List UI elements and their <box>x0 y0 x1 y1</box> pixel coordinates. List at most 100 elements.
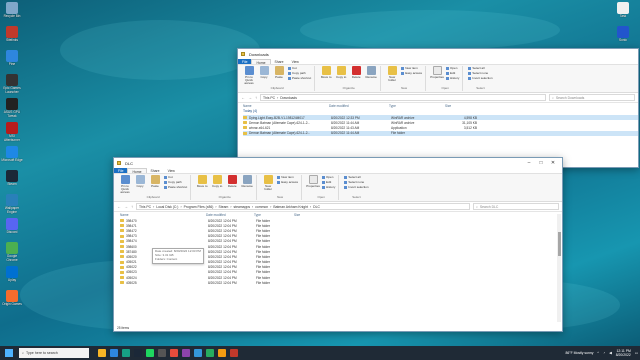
new-folder-button[interactable]: New folder <box>262 175 274 191</box>
taskbar-app-icon[interactable] <box>134 349 142 357</box>
desktop-icon[interactable]: Discord <box>1 218 23 235</box>
taskbar-app-icon[interactable] <box>194 349 202 357</box>
tab-home[interactable]: Home <box>127 168 147 174</box>
desktop-icon[interactable]: ASUS GPU Tweak <box>1 98 23 118</box>
weather-widget[interactable]: 86°F Mostly sunny <box>565 351 593 355</box>
desktop-icon[interactable]: Sitelinks <box>1 26 23 43</box>
new-item-button[interactable]: New item <box>277 175 298 179</box>
chevron-up-icon[interactable]: ^ <box>597 351 599 355</box>
history-button[interactable]: History <box>446 76 459 80</box>
search-input[interactable]: ⌕ Search DLC <box>473 203 559 210</box>
desktop-icon[interactable]: Epic Games Launcher <box>1 74 23 94</box>
paste-shortcut-button[interactable]: Paste shortcut <box>164 185 187 189</box>
column-name[interactable]: Name <box>243 104 329 108</box>
tab-file[interactable]: File <box>114 168 128 173</box>
taskbar-app-icon[interactable] <box>170 349 178 357</box>
forward-arrow-icon[interactable]: → <box>124 204 128 209</box>
breadcrumb-item[interactable]: Batman Arkham Knight <box>273 205 308 209</box>
copy-path-button[interactable]: Copy path <box>288 71 311 75</box>
move-to-button[interactable]: Move to <box>320 66 332 79</box>
tab-share[interactable]: Share <box>147 168 164 173</box>
desktop-icon[interactable]: Wallpaper Engine <box>1 194 23 214</box>
maximize-button[interactable]: □ <box>535 160 547 166</box>
table-row[interactable]: Demon Batman (Alternate Cape)-624-1-2...… <box>243 130 638 136</box>
select-all-button[interactable]: Select all <box>468 66 492 70</box>
copy-path-button[interactable]: Copy path <box>164 180 187 184</box>
delete-button[interactable]: Delete <box>350 66 362 79</box>
taskbar-app-icon[interactable] <box>182 349 190 357</box>
easy-access-button[interactable]: Easy access <box>277 180 298 184</box>
tab-view[interactable]: View <box>164 168 179 173</box>
desktop-icon[interactable]: MSI Afterburner <box>1 122 23 142</box>
breadcrumb-item[interactable]: common <box>255 205 268 209</box>
desktop-icon[interactable]: Google Chrome <box>1 242 23 262</box>
breadcrumb-item[interactable]: Program Files (x86) <box>184 205 214 209</box>
breadcrumb-item[interactable]: This PC <box>139 205 151 209</box>
desktop-icon[interactable]: Uplay <box>1 266 23 283</box>
paste-shortcut-button[interactable]: Paste shortcut <box>288 76 311 80</box>
taskbar-app-icon[interactable] <box>218 349 226 357</box>
forward-arrow-icon[interactable]: → <box>248 95 252 100</box>
delete-button[interactable]: Delete <box>226 175 238 188</box>
tab-view[interactable]: View <box>288 59 303 64</box>
clock[interactable]: 12:11 PM 8/20/2022 <box>616 349 631 357</box>
rename-button[interactable]: Rename <box>241 175 253 188</box>
taskbar-app-icon[interactable] <box>110 349 118 357</box>
scrollbar-thumb[interactable] <box>557 232 561 256</box>
breadcrumb-item[interactable]: steamapps <box>233 205 250 209</box>
close-button[interactable]: ✕ <box>547 160 559 166</box>
taskbar-app-icon[interactable] <box>206 349 214 357</box>
cut-button[interactable]: Cut <box>288 66 311 70</box>
taskbar-app-icon[interactable] <box>230 349 238 357</box>
cut-button[interactable]: Cut <box>164 175 187 179</box>
volume-icon[interactable]: ◀ <box>609 351 612 355</box>
invert-selection-button[interactable]: Invert selection <box>344 185 369 189</box>
back-arrow-icon[interactable]: ← <box>241 95 245 100</box>
column-date[interactable]: Date modified <box>329 104 389 108</box>
column-type[interactable]: Type <box>389 104 445 108</box>
column-date[interactable]: Date modified <box>206 213 254 217</box>
desktop-icon[interactable]: Task <box>612 2 634 19</box>
breadcrumb-item[interactable]: DLC <box>313 205 320 209</box>
copy-button[interactable]: Copy <box>134 175 146 188</box>
open-button[interactable]: Open <box>322 175 335 179</box>
column-type[interactable]: Type <box>254 213 294 217</box>
paste-button[interactable]: Paste <box>149 175 161 188</box>
tab-file[interactable]: File <box>238 59 252 64</box>
desktop-icon[interactable]: Steam <box>1 170 23 187</box>
properties-button[interactable]: Properties <box>430 66 444 79</box>
copy-button[interactable]: Copy <box>258 66 270 79</box>
select-none-button[interactable]: Select none <box>344 180 368 184</box>
breadcrumb-item[interactable]: Steam <box>219 205 229 209</box>
path-box[interactable]: This PC › Local Disk (C:) › Program Files (x… <box>136 203 470 210</box>
breadcrumb-item[interactable]: Local Disk (C:) <box>156 205 178 209</box>
column-size[interactable]: Size <box>294 213 324 217</box>
properties-button[interactable]: Properties <box>306 175 320 188</box>
taskbar-app-icon[interactable] <box>146 349 154 357</box>
invert-selection-button[interactable]: Invert selection <box>468 76 493 80</box>
desktop-icon[interactable]: Sonic <box>612 26 634 43</box>
new-item-button[interactable]: New item <box>401 66 422 70</box>
pin-button[interactable]: Pin to Quick access <box>243 66 255 85</box>
up-arrow-icon[interactable]: ↑ <box>131 204 133 209</box>
select-all-button[interactable]: Select all <box>344 175 368 179</box>
open-button[interactable]: Open <box>446 66 459 70</box>
tab-home[interactable]: Home <box>251 59 271 65</box>
desktop-icon[interactable]: Recycle Bin <box>1 2 23 19</box>
copy-to-button[interactable]: Copy to <box>211 175 223 188</box>
back-arrow-icon[interactable]: ← <box>117 204 121 209</box>
column-size[interactable]: Size <box>445 104 475 108</box>
path-box[interactable]: This PC › Downloads <box>260 94 546 101</box>
new-folder-button[interactable]: New folder <box>386 66 398 82</box>
easy-access-button[interactable]: Easy access <box>401 71 422 75</box>
select-none-button[interactable]: Select none <box>468 71 492 75</box>
breadcrumb-downloads[interactable]: Downloads <box>280 96 297 100</box>
taskbar-app-icon[interactable] <box>122 349 130 357</box>
table-row[interactable]: 405025 8/20/2022 12:04 PM File folder <box>120 280 562 285</box>
notification-icon[interactable]: ▭ <box>635 351 638 355</box>
minimize-button[interactable]: – <box>523 160 535 166</box>
search-input[interactable]: ⌕ Search Downloads <box>549 94 635 101</box>
taskbar-app-icon[interactable] <box>98 349 106 357</box>
pin-button[interactable]: Pin to Quick access <box>119 175 131 194</box>
move-to-button[interactable]: Move to <box>196 175 208 188</box>
